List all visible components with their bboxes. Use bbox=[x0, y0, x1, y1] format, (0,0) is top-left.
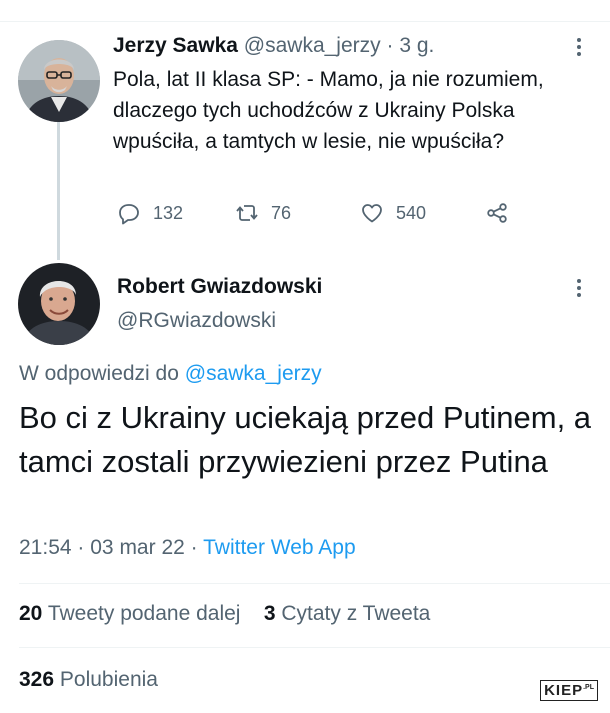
like-button[interactable]: 540 bbox=[360, 201, 426, 225]
quotes-count: 3 bbox=[263, 602, 276, 625]
tweet-date[interactable]: 03 mar 22 bbox=[90, 536, 185, 559]
time-dot-2: · bbox=[190, 536, 198, 559]
parent-more-dots-icon[interactable] bbox=[575, 38, 583, 59]
top-divider bbox=[0, 21, 610, 22]
likes-stat[interactable]: 326 Polubienia bbox=[19, 668, 158, 692]
main-tweet-text: Bo ci z Ukrainy uciekają przed Putinem, … bbox=[19, 400, 592, 479]
heart-icon bbox=[362, 204, 382, 223]
reply-count: 132 bbox=[153, 202, 184, 223]
quotes-label: Cytaty z Tweeta bbox=[281, 602, 431, 625]
thread-connector-line bbox=[57, 122, 60, 260]
engagement-stats-row: 20 Tweety podane dalej 3 Cytaty z Tweeta bbox=[19, 602, 430, 626]
parent-author-handle[interactable]: @sawka_jerzy bbox=[244, 34, 381, 57]
parent-tweet-text: Pola, lat II klasa SP: - Mamo, ja nie ro… bbox=[113, 68, 544, 153]
avatar-robert-gwiazdowski[interactable] bbox=[18, 263, 100, 345]
kiep-watermark-logo: KIEP.PL bbox=[540, 680, 598, 701]
parent-author-name[interactable]: Jerzy Sawka bbox=[113, 34, 238, 57]
share-button[interactable] bbox=[485, 201, 521, 225]
retweets-count: 20 bbox=[19, 602, 43, 625]
reply-prefix: W odpowiedzi do bbox=[19, 362, 179, 385]
divider bbox=[19, 647, 610, 648]
reply-icon bbox=[119, 204, 139, 225]
parent-tweet-header: Jerzy Sawka @sawka_jerzy · 3 g. bbox=[113, 34, 434, 58]
main-author-handle[interactable]: @RGwiazdowski bbox=[117, 309, 276, 333]
retweet-count: 76 bbox=[271, 202, 292, 223]
tweet-timestamp-line: 21:54 · 03 mar 22 · Twitter Web App bbox=[19, 536, 356, 560]
retweets-stat[interactable]: 20 Tweety podane dalej bbox=[19, 602, 240, 625]
parent-timestamp[interactable]: 3 g. bbox=[399, 34, 434, 57]
divider bbox=[19, 583, 610, 584]
likes-count: 326 bbox=[19, 668, 55, 691]
watermark-text: KIEP bbox=[544, 682, 584, 699]
watermark-suffix: .PL bbox=[583, 684, 594, 691]
main-more-dots-icon[interactable] bbox=[575, 279, 583, 300]
retweets-label: Tweety podane dalej bbox=[47, 602, 241, 625]
reply-button[interactable]: 132 bbox=[117, 201, 183, 225]
quotes-stat[interactable]: 3 Cytaty z Tweeta bbox=[264, 602, 431, 625]
reply-mention-link[interactable]: @sawka_jerzy bbox=[185, 362, 322, 385]
time-dot: · bbox=[77, 536, 85, 559]
share-icon bbox=[487, 203, 507, 223]
avatar-jerzy-sawka[interactable] bbox=[18, 40, 100, 122]
parent-tweet-actions: 132 76 540 bbox=[113, 201, 533, 231]
reply-context: W odpowiedzi do @sawka_jerzy bbox=[19, 362, 322, 386]
retweet-button[interactable]: 76 bbox=[235, 201, 291, 225]
source-app-link[interactable]: Twitter Web App bbox=[203, 536, 356, 559]
retweet-icon bbox=[236, 205, 258, 221]
parent-separator: · bbox=[386, 34, 394, 57]
tweet-time[interactable]: 21:54 bbox=[19, 536, 72, 559]
like-count: 540 bbox=[396, 202, 427, 223]
likes-label: Polubienia bbox=[59, 668, 158, 691]
main-author-name[interactable]: Robert Gwiazdowski bbox=[117, 275, 322, 299]
